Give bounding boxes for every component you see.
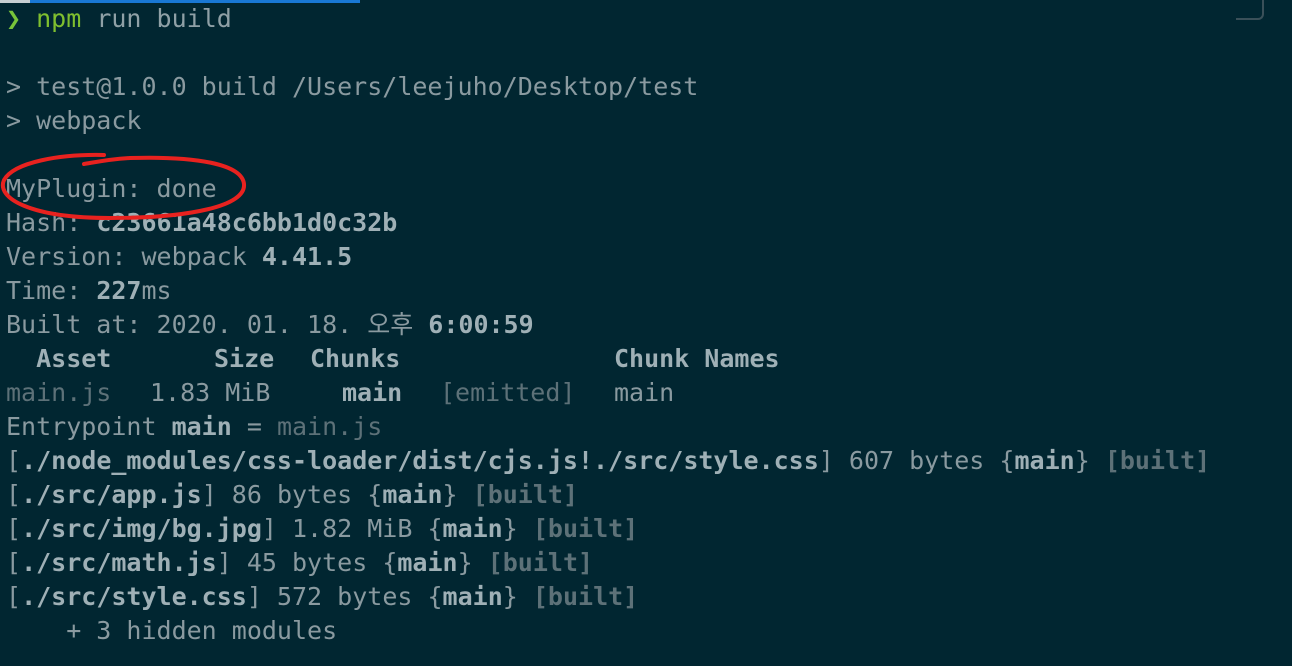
module-size: 45 bytes xyxy=(231,548,383,577)
asset-header: Asset xyxy=(6,344,112,373)
webpack-header-line: > webpack xyxy=(6,106,142,135)
terminal-window[interactable]: ❯ npm run build > test@1.0.0 build /User… xyxy=(0,0,1292,666)
time-unit: ms xyxy=(141,276,172,305)
hash-value: c23661a48c6bb1d0c32b xyxy=(96,208,398,237)
module-size: 607 bytes xyxy=(833,446,1000,475)
module-line: [./src/math.js] 45 bytes {main} [built] xyxy=(6,548,594,577)
chunks-header: Chunks xyxy=(310,344,401,373)
module-chunk: main xyxy=(442,582,503,611)
entrypoint-line: Entrypoint main = main.js xyxy=(6,410,382,444)
hash-label: Hash: xyxy=(6,208,97,237)
module-status: [built] xyxy=(472,480,579,509)
module-line: [./src/app.js] 86 bytes {main} [built] xyxy=(6,480,579,509)
module-status: [built] xyxy=(532,582,639,611)
module-path: ./node_modules/css-loader/dist/cjs.js!./… xyxy=(21,446,819,475)
version-value: 4.41.5 xyxy=(261,242,353,271)
chunk-names-header: Chunk Names xyxy=(614,344,780,373)
version-line: Version: webpack 4.41.5 xyxy=(6,240,352,274)
asset-chunk-name: main xyxy=(614,378,675,407)
asset-size: 1.83 MiB xyxy=(150,378,271,407)
module-chunk: main xyxy=(442,514,503,543)
build-header-line: > test@1.0.0 build /Users/leejuho/Deskto… xyxy=(6,72,699,101)
module-line: [./src/img/bg.jpg] 1.82 MiB {main} [buil… xyxy=(6,514,639,543)
prompt-line: ❯ npm run build xyxy=(6,2,232,36)
module-chunk: main xyxy=(382,480,443,509)
hash-line: Hash: c23661a48c6bb1d0c32b xyxy=(6,206,397,240)
asset-emitted: [emitted] xyxy=(440,378,576,407)
built-at-value: 6:00:59 xyxy=(428,310,534,339)
module-size: 572 bytes xyxy=(261,582,428,611)
module-status: [built] xyxy=(487,548,594,577)
prompt-arrow-icon: ❯ xyxy=(6,4,22,33)
module-path: ./src/img/bg.jpg xyxy=(21,514,262,543)
module-chunk: main xyxy=(397,548,458,577)
module-path: ./src/math.js xyxy=(21,548,217,577)
command-args: run build xyxy=(81,4,232,33)
entrypoint-label: Entrypoint xyxy=(6,412,172,441)
module-status: [built] xyxy=(1104,446,1211,475)
module-line: [./src/style.css] 572 bytes {main} [buil… xyxy=(6,582,639,611)
time-value: 227 xyxy=(96,276,142,305)
module-status: [built] xyxy=(532,514,639,543)
module-path: ./src/style.css xyxy=(21,582,247,611)
time-line: Time: 227ms xyxy=(6,274,172,308)
module-size: 1.82 MiB xyxy=(276,514,428,543)
asset-name: main.js xyxy=(6,378,112,407)
entrypoint-file: main.js xyxy=(276,412,383,441)
module-chunk: main xyxy=(1014,446,1075,475)
module-path: ./src/app.js xyxy=(21,480,202,509)
version-label: Version: webpack xyxy=(6,242,262,271)
module-size: 86 bytes xyxy=(216,480,368,509)
size-header: Size xyxy=(214,344,275,373)
asset-chunk: main xyxy=(342,378,403,407)
time-label: Time: xyxy=(6,276,97,305)
entrypoint-eq: = xyxy=(231,412,277,441)
window-corner-icon xyxy=(1236,0,1264,20)
hidden-modules-line: + 3 hidden modules xyxy=(6,616,338,645)
built-at-label: Built at: 2020. 01. 18. 오후 xyxy=(6,310,429,339)
built-at-line: Built at: 2020. 01. 18. 오후 6:00:59 xyxy=(6,308,534,342)
command-npm: npm xyxy=(36,4,82,33)
module-line: [./node_modules/css-loader/dist/cjs.js!.… xyxy=(6,446,1211,475)
plugin-output-line: MyPlugin: done xyxy=(6,174,217,203)
entrypoint-name: main xyxy=(171,412,232,441)
